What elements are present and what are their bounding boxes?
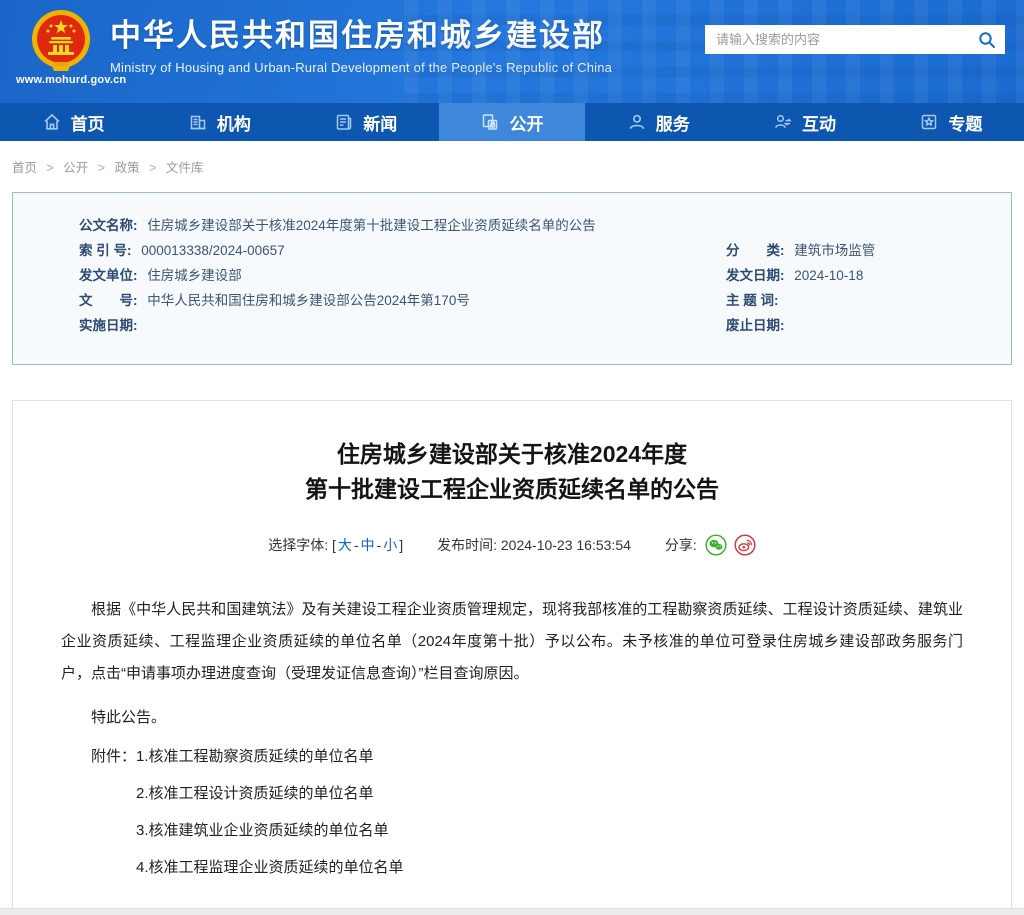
main-nav: 首页 机构 新闻 (0, 103, 1024, 141)
font-selector-label: 选择字体: (268, 535, 328, 555)
site-subtitle: Ministry of Housing and Urban-Rural Deve… (110, 60, 612, 75)
meta-value-doc-number: 中华人民共和国住房和城乡建设部公告2024年第170号 (147, 293, 470, 308)
meta-row-issue-date: 发文日期: 2024-10-18 (726, 263, 875, 288)
meta-label: 实施日期: (79, 318, 138, 333)
meta-row-implementation-date: 实施日期: (79, 313, 596, 338)
meta-row-doc-name: 公文名称: 住房城乡建设部关于核准2024年度第十批建设工程企业资质延续名单的公… (79, 213, 596, 238)
meta-label: 发文日期: (726, 268, 785, 283)
meta-label: 发文单位: (79, 268, 138, 283)
nav-item-interaction[interactable]: 互动 (731, 103, 877, 141)
nav-label: 首页 (71, 110, 105, 135)
meta-value-issuing-unit: 住房城乡建设部 (147, 268, 242, 283)
article-title-line1: 住房城乡建设部关于核准2024年度 (13, 437, 1011, 472)
article-title: 住房城乡建设部关于核准2024年度 第十批建设工程企业资质延续名单的公告 (13, 437, 1011, 507)
site-url: www.mohurd.gov.cn (16, 74, 112, 86)
breadcrumb-policy[interactable]: 政策 (115, 161, 140, 175)
bracket-close: ] (399, 537, 403, 553)
service-icon (627, 112, 647, 132)
site-title: 中华人民共和国住房和城乡建设部 (110, 16, 612, 56)
breadcrumb: 首页 > 公开 > 政策 > 文件库 (12, 157, 203, 176)
meta-row-category: 分 类: 建筑市场监管 (726, 238, 875, 263)
organization-icon (188, 112, 208, 132)
article-card: 住房城乡建设部关于核准2024年度 第十批建设工程企业资质延续名单的公告 选择字… (12, 400, 1012, 908)
site-header: www.mohurd.gov.cn 中华人民共和国住房和城乡建设部 Minist… (0, 0, 1024, 103)
home-icon (42, 112, 62, 132)
meta-label: 公文名称: (79, 218, 138, 233)
meta-label: 文 号: (79, 293, 138, 308)
article-paragraph-2: 特此公告。 (61, 702, 963, 734)
breadcrumb-library[interactable]: 文件库 (166, 161, 204, 175)
meta-label: 分 类: (726, 243, 785, 258)
font-size-large[interactable]: 大 (338, 535, 352, 555)
meta-value-issue-date: 2024-10-18 (794, 268, 863, 283)
attachment-link-4[interactable]: 4.核准工程监理企业资质延续的单位名单 (136, 849, 963, 886)
search-icon (978, 31, 996, 49)
footer-strip (0, 908, 1024, 915)
publish-time-label: 发布时间: (437, 535, 497, 555)
meta-row-doc-number: 文 号: 中华人民共和国住房和城乡建设部公告2024年第170号 (79, 288, 596, 313)
dash: - (354, 537, 359, 553)
page: www.mohurd.gov.cn 中华人民共和国住房和城乡建设部 Minist… (0, 0, 1024, 915)
share-label: 分享: (665, 535, 697, 555)
topics-icon (919, 112, 939, 132)
attachments-block: 附件：1.核准工程勘察资质延续的单位名单 2.核准工程设计资质延续的单位名单 3… (61, 738, 963, 886)
nav-label: 互动 (802, 110, 836, 135)
weibo-share-icon[interactable] (734, 534, 756, 556)
breadcrumb-separator: > (98, 161, 105, 175)
nav-label: 公开 (509, 110, 543, 135)
article-paragraph-1: 根据《中华人民共和国建筑法》及有关建设工程企业资质管理规定，现将我部核准的工程勘… (61, 594, 963, 690)
interaction-icon (773, 112, 793, 132)
meta-row-issuing-unit: 发文单位: 住房城乡建设部 (79, 263, 596, 288)
meta-row-abolition-date: 废止日期: (726, 313, 875, 338)
attachment-link-2[interactable]: 2.核准工程设计资质延续的单位名单 (136, 775, 963, 812)
meta-value-index-number: 000013338/2024-00657 (141, 243, 284, 258)
search-box (705, 25, 1005, 54)
article-info-row: 选择字体: [ 大 - 中 - 小 ] 发布时间: 2024-10-23 16:… (13, 534, 1011, 556)
doc-meta-panel: 公文名称: 住房城乡建设部关于核准2024年度第十批建设工程企业资质延续名单的公… (12, 192, 1012, 365)
breadcrumb-home[interactable]: 首页 (12, 161, 37, 175)
nav-label: 专题 (948, 110, 982, 135)
breadcrumb-separator: > (149, 161, 156, 175)
attachment-link-1[interactable]: 1.核准工程勘察资质延续的单位名单 (136, 748, 374, 765)
meta-row-index-number: 索 引 号: 000013338/2024-00657 (79, 238, 596, 263)
bracket-open: [ (332, 537, 336, 553)
breadcrumb-separator: > (47, 161, 54, 175)
font-size-small[interactable]: 小 (383, 535, 397, 555)
attachments-label: 附件： (91, 748, 136, 765)
nav-item-organization[interactable]: 机构 (146, 103, 292, 141)
nav-label: 新闻 (363, 110, 397, 135)
disclosure-icon (480, 112, 500, 132)
breadcrumb-disclosure[interactable]: 公开 (63, 161, 88, 175)
nav-item-service[interactable]: 服务 (585, 103, 731, 141)
nav-item-news[interactable]: 新闻 (293, 103, 439, 141)
meta-label: 索 引 号: (79, 243, 132, 258)
nav-item-home[interactable]: 首页 (0, 103, 146, 141)
meta-value-category: 建筑市场监管 (794, 243, 875, 258)
meta-label: 主 题 词: (726, 293, 779, 308)
nav-item-topics[interactable]: 专题 (878, 103, 1024, 141)
nav-item-disclosure[interactable]: 公开 (439, 103, 585, 141)
search-button[interactable] (969, 25, 1005, 54)
dash: - (377, 537, 382, 553)
meta-row-subject-words: 主 题 词: (726, 288, 875, 313)
article-body: 根据《中华人民共和国建筑法》及有关建设工程企业资质管理规定，现将我部核准的工程勘… (61, 594, 963, 886)
news-icon (334, 112, 354, 132)
nav-label: 机构 (217, 110, 251, 135)
publish-time-value: 2024-10-23 16:53:54 (501, 537, 631, 553)
national-emblem-icon (28, 8, 94, 74)
font-size-medium[interactable]: 中 (361, 535, 375, 555)
meta-value-doc-name: 住房城乡建设部关于核准2024年度第十批建设工程企业资质延续名单的公告 (147, 218, 596, 233)
article-title-line2: 第十批建设工程企业资质延续名单的公告 (13, 472, 1011, 507)
wechat-share-icon[interactable] (705, 534, 727, 556)
nav-label: 服务 (656, 110, 690, 135)
search-input[interactable] (705, 25, 969, 54)
attachment-link-3[interactable]: 3.核准建筑业企业资质延续的单位名单 (136, 812, 963, 849)
meta-label: 废止日期: (726, 318, 785, 333)
